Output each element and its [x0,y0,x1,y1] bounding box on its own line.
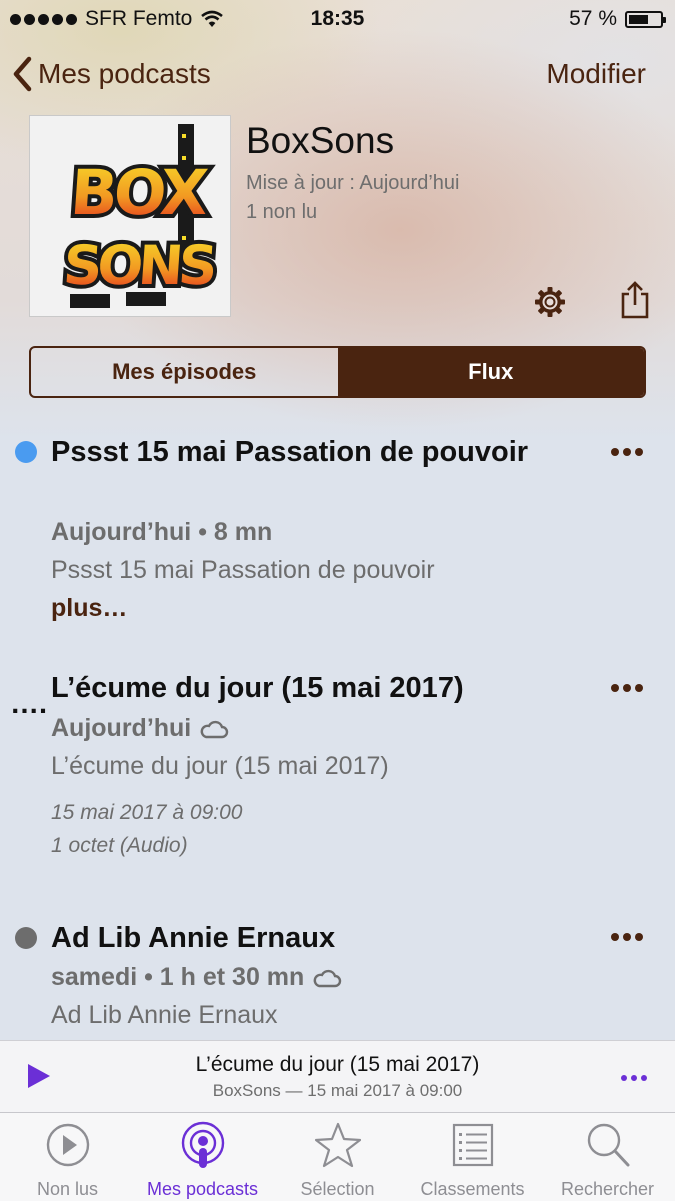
episode-options-button[interactable] [611,933,643,941]
more-link[interactable]: plus… [51,594,127,623]
tab-mes-podcasts[interactable]: Mes podcasts [135,1113,270,1201]
episode-title[interactable]: L’écume du jour (15 mai 2017) [51,668,581,708]
tab-rechercher[interactable]: Rechercher [540,1113,675,1201]
episode-size: 1 octet (Audio) [51,834,188,857]
episode-meta-text: samedi • 1 h et 30 mn [51,963,305,991]
episode-description: Ad Lib Annie Ernaux [51,1001,278,1029]
now-playing-subtitle: BoxSons — 15 mai 2017 à 09:00 [212,1081,463,1100]
episode-options-button[interactable] [611,684,643,692]
player-options-button[interactable] [621,1075,647,1081]
tab-label: Non lus [36,1179,99,1199]
in-progress-marker: …. [10,688,48,720]
episode-description: L’écume du jour (15 mai 2017) [51,752,389,780]
episode-meta: samedi • 1 h et 30 mn [51,963,342,992]
share-icon [621,281,649,319]
tab-label: Mes podcasts [146,1179,259,1199]
gear-icon [535,287,565,317]
edit-button[interactable]: Modifier [546,58,646,90]
unplayed-dot [15,441,37,463]
podcast-icon [181,1121,225,1168]
episode-options-button[interactable] [611,448,643,456]
svg-text:SONS: SONS [61,234,215,297]
boxsons-logo: BOX BOX SONS SONS [57,124,220,308]
battery-icon [625,10,666,28]
tab-label: Sélection [300,1179,375,1199]
episode-description: Pssst 15 mai Passation de pouvoir [51,556,435,584]
status-bar: SFR Femto 18:35 57 % [0,0,675,40]
play-circle-icon [46,1123,90,1167]
tab-label: Rechercher [560,1179,655,1199]
share-button[interactable] [618,280,652,320]
tab-bar: Non lus Mes podcasts Sélection Classemen… [0,1112,675,1201]
tab-feed[interactable]: Flux [337,348,644,396]
now-playing-title: L’écume du jour (15 mai 2017) [195,1053,480,1076]
tab-label: Classements [420,1179,525,1199]
back-label: Mes podcasts [38,58,211,89]
tab-my-episodes[interactable]: Mes épisodes [31,348,338,396]
battery-percent: 57 % [569,7,617,30]
episode-title[interactable]: Ad Lib Annie Ernaux [51,918,581,958]
mini-player[interactable]: L’écume du jour (15 mai 2017) BoxSons — … [0,1040,675,1113]
podcast-unread-count: 1 non lu [246,201,318,223]
tab-selection[interactable]: Sélection [270,1113,405,1201]
episode-meta-text: Aujourd’hui [51,714,192,742]
list-icon [452,1123,494,1167]
settings-button[interactable] [532,284,568,320]
episode-title[interactable]: Pssst 15 mai Passation de pouvoir [51,432,581,472]
svg-text:BOX: BOX [68,156,210,229]
episodes-segmented-control: Mes épisodes Flux [29,346,646,398]
back-button[interactable]: Mes podcasts [12,56,211,92]
podcast-title: BoxSons [246,120,395,161]
played-dot [15,927,37,949]
episode-meta: Aujourd’hui • 8 mn [51,518,273,546]
podcast-updated: Mise à jour : Aujourd’hui [246,172,460,194]
episode-date: 15 mai 2017 à 09:00 [51,801,243,824]
chevron-left-icon [13,56,32,92]
podcast-artwork: BOX BOX SONS SONS [29,115,231,317]
cloud-icon [313,969,342,987]
star-icon [315,1122,361,1168]
tab-classements[interactable]: Classements [405,1113,540,1201]
cloud-icon [200,720,229,738]
episode-meta: Aujourd’hui [51,714,229,743]
search-icon [587,1123,630,1167]
tab-non-lus[interactable]: Non lus [0,1113,135,1201]
